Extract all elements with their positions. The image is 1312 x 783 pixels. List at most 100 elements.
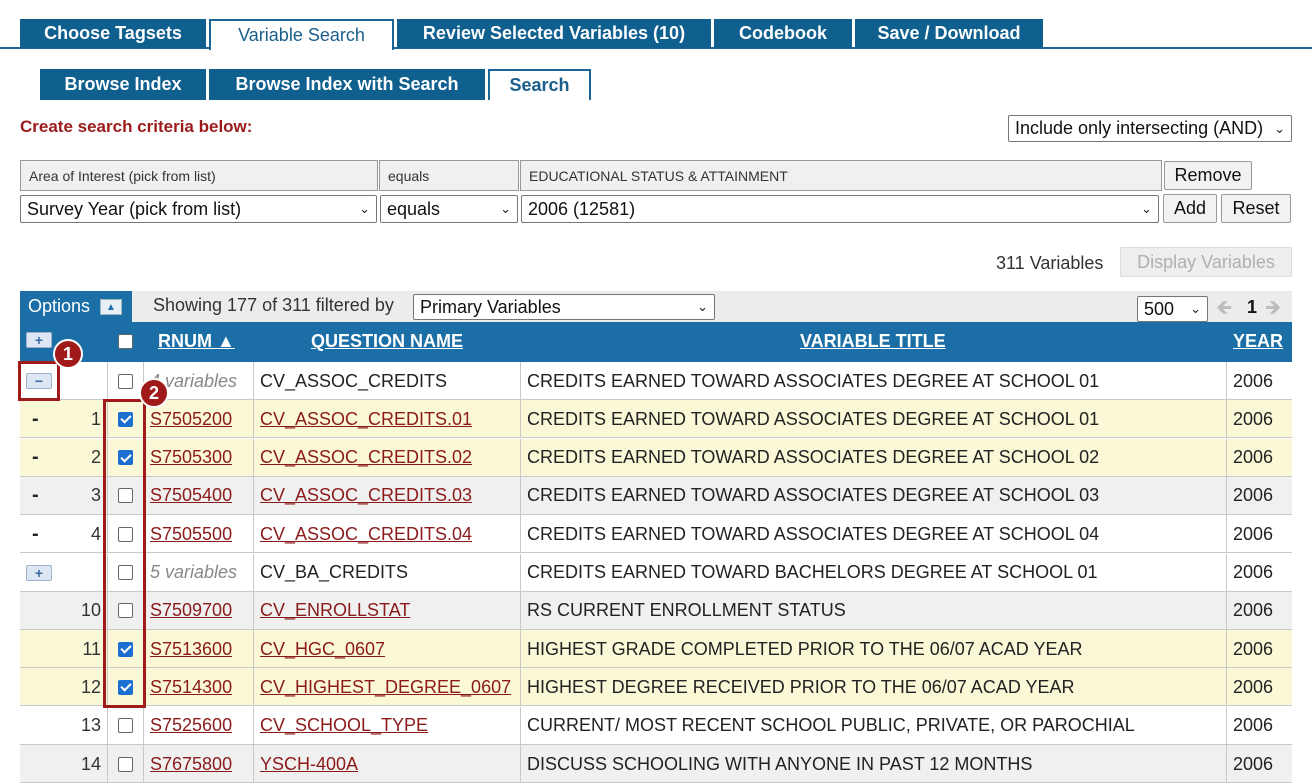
rnum-link[interactable]: S7513600 <box>150 639 232 660</box>
title-cell: HIGHEST DEGREE RECEIVED PRIOR TO THE 06/… <box>521 668 1227 707</box>
rnum-link[interactable]: S7675800 <box>150 754 232 775</box>
options-toggle[interactable]: Options ▲ <box>20 291 132 322</box>
question-cell: CV_ASSOC_CREDITS <box>254 362 521 400</box>
question-name-link[interactable]: CV_ENROLLSTAT <box>260 600 410 621</box>
question-name-link[interactable]: YSCH-400A <box>260 754 358 775</box>
select-cell <box>108 706 144 745</box>
options-bar: Options ▲ Showing 177 of 311 filtered by… <box>20 291 1292 322</box>
chevron-down-icon: ⌄ <box>1141 201 1152 216</box>
rnum-link[interactable]: S7505400 <box>150 485 232 506</box>
rnum-cell: S7505300 <box>144 438 254 477</box>
showing-text: Showing 177 of 311 filtered by <box>153 295 394 315</box>
table-row: 11 S7513600 CV_HGC_0607 HIGHEST GRADE COMPL… <box>20 630 1292 669</box>
row-control-cell: 10 <box>20 591 108 630</box>
variable-title: HIGHEST DEGREE RECEIVED PRIOR TO THE 06/… <box>527 676 1075 697</box>
year-cell: 2006 <box>1227 707 1292 745</box>
create-criteria-label: Create search criteria below: <box>20 117 253 136</box>
rnum-link[interactable]: S7505300 <box>150 447 232 468</box>
tab-review-selected[interactable]: Review Selected Variables (10) <box>397 19 711 48</box>
header-question-name[interactable]: QUESTION NAME <box>311 331 463 352</box>
page-size-value: 500 <box>1144 298 1175 319</box>
header-rnum[interactable]: RNUM ▲ <box>158 331 235 352</box>
variable-title: CREDITS EARNED TOWARD ASSOCIATES DEGREE … <box>527 447 1100 468</box>
rnum-cell: S7509700 <box>144 591 254 630</box>
page-size-select[interactable]: 500 ⌄ <box>1137 296 1208 322</box>
question-name-link[interactable]: CV_ASSOC_CREDITS.02 <box>260 447 472 468</box>
subtab-browse-index[interactable]: Browse Index <box>40 69 206 100</box>
question-name-link[interactable]: CV_ASSOC_CREDITS.01 <box>260 409 472 430</box>
question-name-link[interactable]: CV_ASSOC_CREDITS.03 <box>260 485 472 506</box>
expand-icon[interactable]: + <box>26 564 52 581</box>
question-cell: CV_ASSOC_CREDITS.03 <box>254 476 521 515</box>
question-cell: CV_HIGHEST_DEGREE_0607 <box>254 668 521 707</box>
question-cell: CV_BA_CREDITS <box>254 553 521 592</box>
question-name-link[interactable]: CV_ASSOC_CREDITS.04 <box>260 524 472 545</box>
criteria-field: Area of Interest (pick from list) <box>20 160 378 191</box>
row-control-cell: 14 <box>20 745 108 783</box>
rnum-link[interactable]: S7505200 <box>150 409 232 430</box>
rnum-link[interactable]: S7525600 <box>150 715 232 736</box>
chevron-up-icon: ▲ <box>100 299 122 315</box>
operator-select-value: equals <box>387 198 441 219</box>
display-variables-button[interactable]: Display Variables <box>1120 247 1292 277</box>
year-value: 2006 <box>1233 638 1274 659</box>
title-cell: RS CURRENT ENROLLMENT STATUS <box>521 591 1227 630</box>
table-header: + RNUM ▲ QUESTION NAME VARIABLE TITLE YE… <box>20 322 1292 362</box>
rnum-cell: S7513600 <box>144 630 254 669</box>
rnum-link[interactable]: S7514300 <box>150 677 232 698</box>
logic-select[interactable]: Include only intersecting (AND) ⌄ <box>1008 115 1292 142</box>
subtab-search[interactable]: Search <box>488 69 591 100</box>
operator-select[interactable]: equals ⌄ <box>380 195 518 223</box>
tab-save-download[interactable]: Save / Download <box>855 19 1043 48</box>
remove-button[interactable]: Remove <box>1164 161 1252 190</box>
group-row: +5 variables CV_BA_CREDITS CREDITS EARNED … <box>20 553 1292 592</box>
year-cell: 2006 <box>1227 592 1292 630</box>
field-select[interactable]: Survey Year (pick from list) ⌄ <box>20 195 377 223</box>
chevron-down-icon: ⌄ <box>697 299 708 314</box>
rnum-link[interactable]: S7509700 <box>150 600 232 621</box>
tab-codebook[interactable]: Codebook <box>714 19 852 48</box>
annotation-badge-1: 1 <box>53 339 83 369</box>
reset-button[interactable]: Reset <box>1221 194 1291 223</box>
year-value: 2006 <box>1233 562 1274 582</box>
row-number: 10 <box>80 600 101 621</box>
rnum-cell: S7675800 <box>144 745 254 783</box>
annotation-badge-2: 2 <box>139 378 169 408</box>
rnum-cell: S7505500 <box>144 515 254 554</box>
row-control-cell: 12 <box>20 668 108 707</box>
rnum-link[interactable]: S7505500 <box>150 524 232 545</box>
year-value: 2006 <box>1233 447 1274 468</box>
row-checkbox[interactable] <box>118 756 133 772</box>
value-select-value: 2006 (12581) <box>528 198 636 219</box>
select-all-checkbox[interactable] <box>118 334 133 349</box>
year-cell: 2006 <box>1227 515 1292 553</box>
variable-title: CREDITS EARNED TOWARD ASSOCIATES DEGREE … <box>527 523 1100 544</box>
chevron-down-icon: ⌄ <box>359 201 370 216</box>
question-name-link[interactable]: CV_HGC_0607 <box>260 639 385 660</box>
variable-title: CREDITS EARNED TOWARD ASSOCIATES DEGREE … <box>527 485 1100 506</box>
add-button[interactable]: Add <box>1163 194 1217 223</box>
tab-choose-tagsets[interactable]: Choose Tagsets <box>20 19 206 48</box>
header-variable-title[interactable]: VARIABLE TITLE <box>800 331 946 352</box>
row-control-cell: 11 <box>20 630 108 669</box>
criteria-value: EDUCATIONAL STATUS & ATTAINMENT <box>520 160 1162 191</box>
year-cell: 2006 <box>1227 745 1292 783</box>
row-number: 11 <box>82 638 101 659</box>
variable-count: 311 Variables <box>996 253 1104 273</box>
value-select[interactable]: 2006 (12581) ⌄ <box>521 195 1159 223</box>
filter-select[interactable]: Primary Variables ⌄ <box>413 294 715 320</box>
title-cell: CREDITS EARNED TOWARD ASSOCIATES DEGREE … <box>521 438 1227 477</box>
table-row: -3 S7505400 CV_ASSOC_CREDITS.03 CREDITS EAR… <box>20 476 1292 515</box>
subtab-browse-index-search[interactable]: Browse Index with Search <box>209 69 485 100</box>
table-row: 12 S7514300 CV_HIGHEST_DEGREE_0607 HIGHEST … <box>20 668 1292 707</box>
row-checkbox[interactable] <box>118 718 133 734</box>
question-name-link[interactable]: CV_HIGHEST_DEGREE_0607 <box>260 677 511 698</box>
tab-variable-search[interactable]: Variable Search <box>209 19 394 50</box>
question-name-link[interactable]: CV_SCHOOL_TYPE <box>260 715 428 736</box>
row-checkbox[interactable] <box>118 373 133 389</box>
expand-all-icon[interactable]: + <box>26 332 52 348</box>
table-row: -1 S7505200 CV_ASSOC_CREDITS.01 CREDITS EAR… <box>20 400 1292 439</box>
filter-select-value: Primary Variables <box>420 296 561 317</box>
header-year[interactable]: YEAR <box>1233 331 1283 352</box>
group-row: −4 variables CV_ASSOC_CREDITS CREDITS EARN… <box>20 362 1292 400</box>
